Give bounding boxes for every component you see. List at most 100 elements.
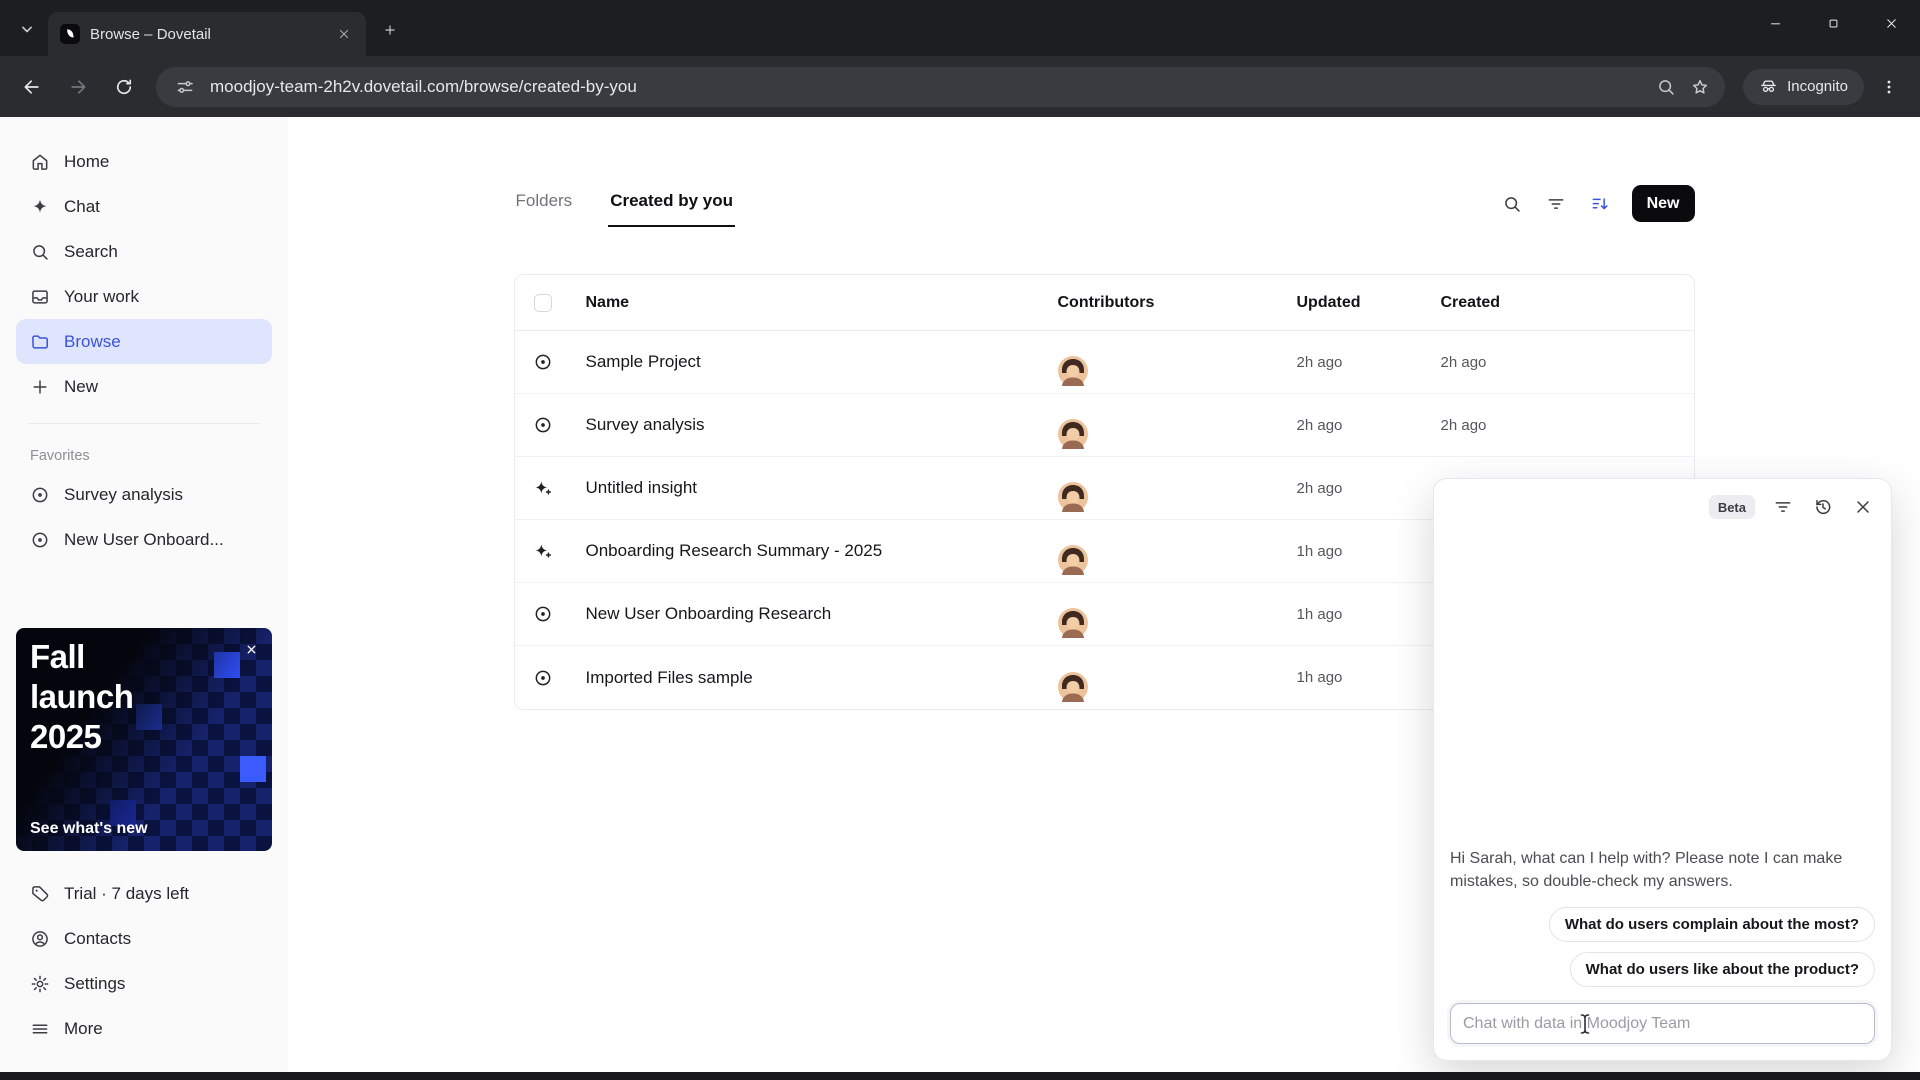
sidebar-item-label: Home bbox=[64, 151, 110, 171]
home-icon bbox=[30, 152, 50, 172]
sidebar-item-label: Trial · 7 days left bbox=[64, 883, 190, 903]
maximize-button[interactable] bbox=[1804, 0, 1862, 46]
contributor-avatar bbox=[1057, 419, 1297, 449]
browser-menu-icon[interactable] bbox=[1870, 68, 1908, 106]
favorite-item-label: New User Onboard... bbox=[64, 529, 224, 549]
menu-icon bbox=[30, 1019, 50, 1039]
url-text[interactable]: moodjoy-team-2h2v.dovetail.com/browse/cr… bbox=[210, 77, 1649, 97]
column-header-updated[interactable]: Updated bbox=[1297, 294, 1441, 312]
row-name[interactable]: Imported Files sample bbox=[571, 668, 1058, 688]
row-name[interactable]: Survey analysis bbox=[571, 415, 1058, 435]
column-header-contributors[interactable]: Contributors bbox=[1058, 294, 1297, 312]
project-icon bbox=[515, 668, 571, 688]
contributor-avatar bbox=[1057, 482, 1297, 512]
promo-close-icon[interactable] bbox=[240, 638, 262, 660]
new-button[interactable]: New bbox=[1631, 185, 1695, 222]
select-all-checkbox[interactable] bbox=[533, 293, 552, 312]
row-name[interactable]: Sample Project bbox=[571, 352, 1058, 372]
sidebar-item-label: Your work bbox=[64, 286, 139, 306]
row-updated: 2h ago bbox=[1296, 479, 1343, 497]
sidebar-item-more[interactable]: More bbox=[16, 1006, 272, 1051]
project-icon bbox=[515, 415, 571, 435]
search-icon[interactable] bbox=[1649, 70, 1683, 104]
beta-badge: Beta bbox=[1708, 495, 1755, 519]
promo-card[interactable]: Fall launch 2025 See what's new bbox=[16, 628, 272, 851]
row-name[interactable]: Untitled insight bbox=[571, 478, 1058, 498]
incognito-icon bbox=[1759, 77, 1778, 96]
suggestion-chip[interactable]: What do users like about the product? bbox=[1569, 952, 1875, 987]
search-icon[interactable] bbox=[1494, 186, 1530, 222]
chat-input[interactable] bbox=[1463, 1014, 1862, 1033]
sidebar-item-label: More bbox=[64, 1018, 103, 1038]
favorite-item-new-user-onboarding[interactable]: New User Onboard... bbox=[16, 517, 272, 562]
site-settings-icon[interactable] bbox=[170, 72, 200, 102]
sidebar-item-your-work[interactable]: Your work bbox=[16, 274, 272, 319]
incognito-badge: Incognito bbox=[1743, 68, 1864, 105]
sidebar-item-new[interactable]: New bbox=[16, 364, 272, 409]
filter-icon[interactable] bbox=[1538, 186, 1574, 222]
tab-folders[interactable]: Folders bbox=[514, 185, 575, 227]
close-window-button[interactable] bbox=[1862, 0, 1920, 46]
insight-icon bbox=[515, 541, 571, 561]
tab-title: Browse – Dovetail bbox=[90, 25, 211, 43]
favorites-heading: Favorites bbox=[30, 448, 90, 464]
chat-input-container bbox=[1450, 1003, 1875, 1044]
sidebar-item-label: Contacts bbox=[64, 928, 132, 948]
sidebar-item-trial[interactable]: Trial · 7 days left bbox=[16, 871, 272, 916]
history-icon[interactable] bbox=[1811, 495, 1835, 519]
inbox-icon bbox=[30, 287, 50, 307]
folder-icon bbox=[30, 332, 50, 352]
list-actions: New bbox=[1494, 185, 1695, 222]
view-tabs: Folders Created by you New bbox=[514, 185, 1695, 230]
row-updated: 2h ago bbox=[1296, 353, 1343, 371]
new-tab-button[interactable] bbox=[374, 14, 406, 46]
chat-panel-header: Beta bbox=[1450, 495, 1875, 519]
bookmark-star-icon[interactable] bbox=[1683, 70, 1717, 104]
sidebar-item-chat[interactable]: Chat bbox=[16, 184, 272, 229]
table-row[interactable]: Sample Project 2h ago 2h ago bbox=[514, 331, 1694, 394]
browser-toolbar: moodjoy-team-2h2v.dovetail.com/browse/cr… bbox=[0, 56, 1920, 117]
chat-assistant-panel: Beta Hi Sarah, what can I help with? Ple… bbox=[1433, 478, 1892, 1061]
sidebar-item-contacts[interactable]: Contacts bbox=[16, 916, 272, 961]
tab-created-by-you[interactable]: Created by you bbox=[608, 185, 735, 227]
reload-button[interactable] bbox=[104, 67, 144, 107]
sidebar-item-search[interactable]: Search bbox=[16, 229, 272, 274]
browser-tab[interactable]: Browse – Dovetail bbox=[48, 12, 366, 56]
assistant-message: Hi Sarah, what can I help with? Please n… bbox=[1450, 849, 1843, 890]
sidebar-item-label: Browse bbox=[64, 331, 121, 351]
row-updated: 1h ago bbox=[1296, 605, 1343, 623]
favorite-item-label: Survey analysis bbox=[64, 484, 184, 504]
close-icon[interactable] bbox=[1851, 495, 1875, 519]
table-row[interactable]: Survey analysis 2h ago 2h ago bbox=[514, 394, 1694, 457]
sidebar-item-label: New bbox=[64, 376, 99, 396]
suggestion-chip[interactable]: What do users complain about the most? bbox=[1548, 907, 1875, 942]
sparkle-icon bbox=[30, 197, 50, 217]
row-name[interactable]: New User Onboarding Research bbox=[571, 604, 1058, 624]
promo-title: Fall launch 2025 bbox=[30, 638, 134, 755]
sidebar-item-settings[interactable]: Settings bbox=[16, 961, 272, 1006]
sidebar-item-home[interactable]: Home bbox=[16, 139, 272, 184]
column-header-name[interactable]: Name bbox=[571, 294, 1058, 312]
insight-icon bbox=[515, 478, 571, 498]
forward-button[interactable] bbox=[58, 67, 98, 107]
browser-chrome: Browse – Dovetail moodjoy-team-2h2v.dove… bbox=[0, 0, 1920, 117]
project-icon bbox=[515, 352, 571, 372]
search-icon bbox=[30, 242, 50, 262]
promo-cta-link[interactable]: See what's new bbox=[30, 820, 148, 838]
sort-icon[interactable] bbox=[1582, 186, 1618, 222]
table-header: Name Contributors Updated Created bbox=[514, 275, 1694, 331]
address-bar[interactable]: moodjoy-team-2h2v.dovetail.com/browse/cr… bbox=[156, 66, 1726, 107]
back-button[interactable] bbox=[12, 67, 52, 107]
gear-icon bbox=[30, 974, 50, 994]
favorite-item-survey-analysis[interactable]: Survey analysis bbox=[16, 472, 272, 517]
row-name[interactable]: Onboarding Research Summary - 2025 bbox=[571, 541, 1058, 561]
sidebar: Home Chat Search Your work Browse New Fa… bbox=[0, 117, 288, 1072]
contributor-avatar bbox=[1057, 356, 1297, 386]
column-header-created[interactable]: Created bbox=[1441, 294, 1694, 312]
sidebar-item-browse[interactable]: Browse bbox=[16, 319, 272, 364]
target-icon bbox=[30, 485, 50, 505]
filter-icon[interactable] bbox=[1771, 495, 1795, 519]
tab-close-icon[interactable] bbox=[332, 22, 356, 46]
tab-search-button[interactable] bbox=[10, 12, 44, 46]
minimize-button[interactable] bbox=[1746, 0, 1804, 46]
